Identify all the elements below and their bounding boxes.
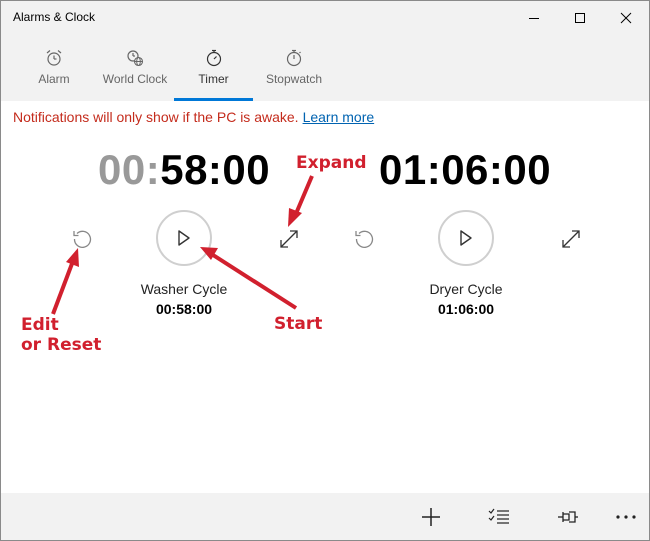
select-timers-button[interactable] [485, 503, 513, 531]
edit-arrow [51, 248, 79, 315]
timer-dryer-expand-button[interactable] [559, 227, 583, 251]
timer-dryer-play-button[interactable] [438, 210, 494, 266]
play-icon [460, 230, 472, 246]
timer-dryer-reset-button[interactable] [352, 227, 376, 251]
world-clock-icon [126, 49, 144, 67]
play-icon [178, 230, 190, 246]
tab-stopwatch[interactable]: Stopwatch [260, 35, 328, 101]
pin-to-start-button[interactable] [554, 503, 582, 531]
start-arrow [200, 247, 298, 310]
timer-washer-name: Washer Cycle [140, 281, 228, 297]
window-title: Alarms & Clock [13, 10, 96, 24]
timer-washer-display: 00:58:00 [98, 146, 270, 194]
timer-dryer-time-large: 01:06:00 [379, 146, 552, 193]
annotation-start: Start [274, 314, 323, 334]
close-button[interactable] [603, 1, 649, 35]
annotation-edit: Edit or Reset [21, 315, 101, 355]
tab-world-clock-label: World Clock [102, 72, 168, 86]
timer-washer-expand-button[interactable] [277, 227, 301, 251]
maximize-icon [575, 13, 585, 23]
annotation-edit-line2: or Reset [21, 335, 102, 355]
tab-alarm[interactable]: Alarm [19, 35, 89, 101]
learn-more-link[interactable]: Learn more [303, 109, 375, 125]
add-timer-button[interactable] [417, 503, 445, 531]
timer-icon [205, 49, 223, 67]
tab-world-clock[interactable]: World Clock [97, 35, 173, 101]
tab-stopwatch-label: Stopwatch [265, 72, 323, 86]
timer-washer-play-button[interactable] [156, 210, 212, 266]
expand-icon [562, 230, 580, 248]
expand-icon [280, 230, 298, 248]
pin-icon [558, 511, 578, 523]
timer-washer-remaining: 58:00 [160, 146, 271, 193]
active-tab-indicator [174, 98, 253, 101]
notification-notice: Notifications will only show if the PC i… [13, 109, 374, 125]
notice-text: Notifications will only show if the PC i… [13, 109, 299, 125]
more-options-button[interactable] [612, 503, 640, 531]
more-icon [616, 515, 636, 519]
annotation-expand: Expand [296, 153, 367, 173]
expand-arrow [288, 175, 314, 227]
timer-washer-hours: 00 [98, 146, 146, 193]
timer-washer-reset-button[interactable] [70, 227, 94, 251]
title-bar: Alarms & Clock [1, 1, 649, 35]
close-icon [620, 12, 632, 24]
minimize-icon [529, 18, 539, 19]
tab-timer-label: Timer [198, 72, 229, 86]
tab-alarm-label: Alarm [38, 72, 70, 86]
annotation-edit-line1: Edit [21, 315, 59, 335]
maximize-button[interactable] [557, 1, 603, 35]
app-window: Alarms & Clock Alarm World Clock Timer S… [0, 0, 650, 541]
timer-dryer-display: 01:06:00 [379, 146, 551, 194]
timer-dryer-name: Dryer Cycle [429, 281, 503, 297]
alarm-icon [45, 49, 63, 67]
add-icon [422, 508, 440, 526]
reset-icon [73, 230, 92, 248]
tab-bar: Alarm World Clock Timer Stopwatch [1, 35, 649, 101]
timer-washer-time: 00:58:00 [155, 301, 213, 317]
timer-dryer-time: 01:06:00 [437, 301, 495, 317]
command-bar [1, 493, 649, 540]
minimize-button[interactable] [511, 1, 557, 35]
stopwatch-icon [285, 49, 303, 67]
timer-washer-colon: : [145, 146, 161, 193]
reset-icon [355, 230, 374, 248]
tab-timer[interactable]: Timer [174, 35, 253, 101]
edit-list-icon [488, 508, 509, 524]
